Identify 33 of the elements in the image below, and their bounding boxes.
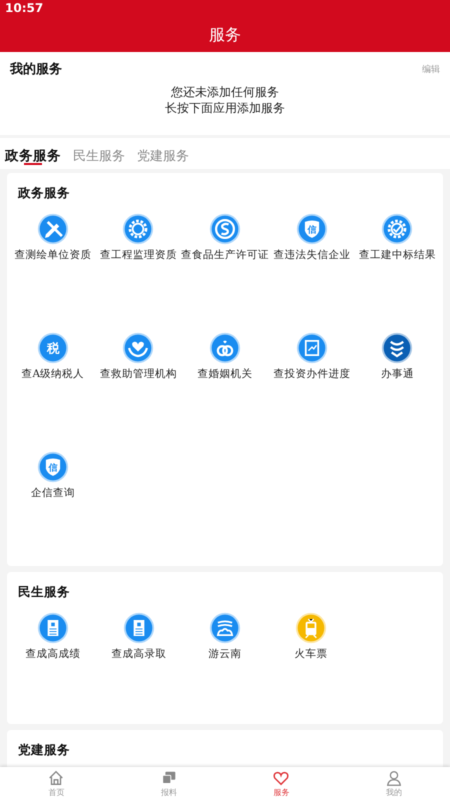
service-label[interactable]: 查测绘单位资质 xyxy=(14,248,92,262)
nav-tab[interactable]: 服务 xyxy=(225,767,338,800)
section-title: 我的服务 xyxy=(10,61,62,78)
service-label[interactable]: 查工建中标结果 xyxy=(358,248,436,262)
empty-message: 长按下面应用添加服务 xyxy=(165,100,285,116)
service-label[interactable]: 查食品生产许可证 xyxy=(181,248,269,262)
service-label[interactable]: 查成高成绩 xyxy=(26,647,80,661)
page-title: 服务 xyxy=(209,24,241,46)
tab[interactable]: 党建服务 xyxy=(137,138,189,169)
status-time: 10:57 xyxy=(5,1,44,15)
service-label[interactable]: 查违法失信企业 xyxy=(273,248,350,262)
service-label[interactable]: 火车票 xyxy=(294,647,328,661)
person-icon xyxy=(384,769,403,787)
service-label[interactable]: 查婚姻机关 xyxy=(198,367,252,381)
service-label[interactable]: 游云南 xyxy=(208,647,242,661)
glyph-icon: 税 xyxy=(36,332,69,364)
service-label[interactable]: 查成高录取 xyxy=(112,647,166,661)
heart-icon xyxy=(272,769,290,787)
section-title: 党建服务 xyxy=(18,742,70,759)
section-title: 政务服务 xyxy=(18,185,70,202)
service-label[interactable]: 查投资办件进度 xyxy=(273,367,350,381)
service-label[interactable]: 查救助管理机构 xyxy=(100,367,177,381)
service-label[interactable]: 查工程监理资质 xyxy=(100,248,177,262)
tab[interactable]: 民生服务 xyxy=(73,138,125,169)
shield-icon: 信 xyxy=(296,213,328,245)
empty-message: 您还未添加任何服务 xyxy=(171,84,279,100)
tab[interactable]: 政务服务 xyxy=(5,138,61,169)
service-label[interactable]: 办事通 xyxy=(380,367,414,381)
shield-icon: 信 xyxy=(36,451,69,483)
home-icon xyxy=(47,769,66,787)
section-title: 民生服务 xyxy=(18,584,70,601)
service-label[interactable]: 查A级纳税人 xyxy=(21,367,84,381)
service-label[interactable]: 企信查询 xyxy=(30,486,75,500)
